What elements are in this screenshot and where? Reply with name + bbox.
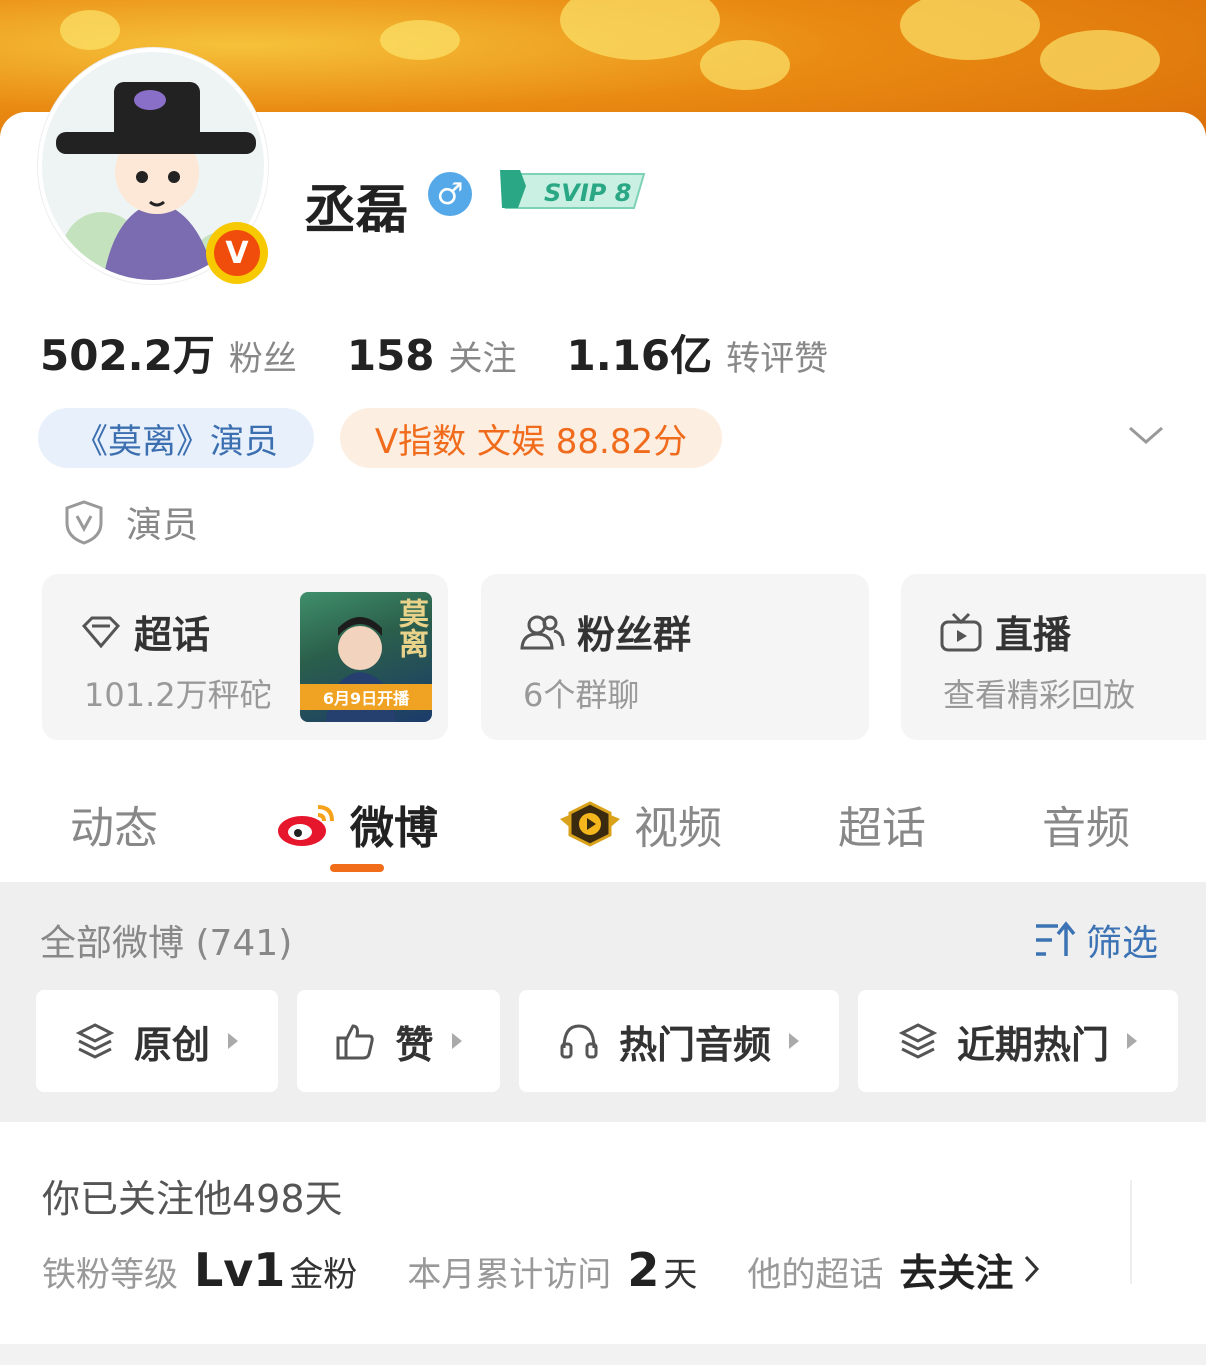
engagement-label[interactable]: 转评赞: [726, 331, 828, 380]
svip-badge[interactable]: SVIP 8: [496, 166, 646, 212]
layers-icon: [75, 1023, 114, 1059]
caret-right-icon: [228, 1033, 238, 1049]
profile-name: 丞磊: [304, 181, 409, 241]
chip-likes[interactable]: 赞: [297, 990, 500, 1092]
chevron-down-icon[interactable]: [1126, 420, 1166, 450]
live-tile[interactable]: 直播 查看精彩回放: [901, 574, 1206, 740]
chip-recent-hot[interactable]: 近期热门: [858, 990, 1178, 1092]
following-label[interactable]: 关注: [449, 331, 517, 380]
fan-group-tile[interactable]: 粉丝群 6个群聊: [481, 574, 869, 740]
super-topic-title: 超话: [134, 613, 211, 657]
follow-duration: 你已关注他498天: [42, 1177, 343, 1221]
drama-poster-thumbnail[interactable]: 莫离 6月9日开播: [300, 592, 432, 722]
chip-hot-audio[interactable]: 热门音频: [519, 990, 839, 1092]
svg-text:SVIP 8: SVIP 8: [544, 179, 631, 207]
profile-tabs: 动态 微博 视频 超话 音频: [0, 770, 1206, 880]
male-gender-icon: ♂: [428, 172, 472, 216]
following-count[interactable]: 158: [347, 331, 435, 380]
follow-info-card: 你已关注他498天 铁粉等级 Lv1 金粉 本月累计访问 2 天 他的超话 去关…: [0, 1122, 1206, 1344]
thumbs-up-icon: [336, 1024, 375, 1060]
video-badge-icon: [560, 801, 620, 847]
profile-stats: 502.2万 粉丝 158 关注 1.16亿 转评赞: [40, 322, 878, 383]
fan-level-unit: 金粉: [289, 1255, 358, 1295]
feed-title: 全部微博 (741): [40, 923, 293, 964]
weibo-logo-icon: [278, 805, 334, 846]
fan-group-subtitle: 6个群聊: [523, 676, 640, 714]
certification-text: 演员: [126, 505, 199, 546]
live-subtitle: 查看精彩回放: [943, 676, 1136, 714]
shield-icon: [65, 500, 103, 545]
filter-button[interactable]: 筛选: [1034, 914, 1158, 966]
followers-count[interactable]: 502.2万: [40, 322, 215, 383]
caret-right-icon: [1127, 1033, 1137, 1049]
caret-right-icon: [789, 1033, 799, 1049]
chevron-right-icon[interactable]: [1021, 1252, 1043, 1286]
tab-audio[interactable]: 音频: [1042, 792, 1130, 856]
tab-video[interactable]: 视频: [558, 792, 722, 856]
super-topic-label: 他的超话: [747, 1255, 884, 1295]
chip-original[interactable]: 原创: [36, 990, 278, 1092]
diamond-icon: [81, 616, 121, 648]
fan-level-value[interactable]: Lv1: [194, 1243, 285, 1297]
layers-icon: [898, 1023, 937, 1059]
tv-icon: [940, 612, 982, 651]
tab-dynamic[interactable]: 动态: [70, 792, 158, 856]
followers-label[interactable]: 粉丝: [229, 331, 297, 380]
visits-value: 2: [627, 1243, 660, 1297]
verified-badge-icon[interactable]: V: [206, 222, 268, 284]
poster-title: 莫离: [393, 598, 428, 658]
follow-super-topic-link[interactable]: 去关注: [899, 1242, 1013, 1297]
poster-release-banner: 6月9日开播: [300, 684, 432, 710]
active-tab-indicator: [330, 864, 384, 872]
v-index-tag[interactable]: V指数 文娱 88.82分: [340, 408, 722, 468]
tab-super-topic[interactable]: 超话: [838, 792, 926, 856]
visits-label: 本月累计访问: [407, 1255, 612, 1295]
super-topic-subtitle: 101.2万秤砣: [84, 676, 272, 714]
divider: [1130, 1180, 1132, 1284]
caret-right-icon: [451, 1033, 462, 1049]
users-icon: [520, 615, 565, 649]
visits-unit: 天: [663, 1255, 698, 1295]
follow-stats-row: 铁粉等级 Lv1 金粉 本月累计访问 2 天 他的超话 去关注: [42, 1242, 1043, 1297]
engagement-count[interactable]: 1.16亿: [567, 322, 713, 383]
bottom-spacer: [0, 1344, 1206, 1365]
certification-row: 演员: [64, 496, 198, 548]
sort-filter-icon: [1036, 921, 1076, 956]
svip-badge-icon: SVIP 8: [500, 170, 646, 209]
headphones-icon: [560, 1024, 598, 1059]
fan-group-title: 粉丝群: [577, 613, 692, 657]
role-tag[interactable]: 《莫离》演员: [38, 408, 314, 468]
fan-level-label: 铁粉等级: [42, 1255, 178, 1295]
tab-weibo[interactable]: 微博: [276, 792, 438, 856]
live-title: 直播: [995, 613, 1072, 657]
